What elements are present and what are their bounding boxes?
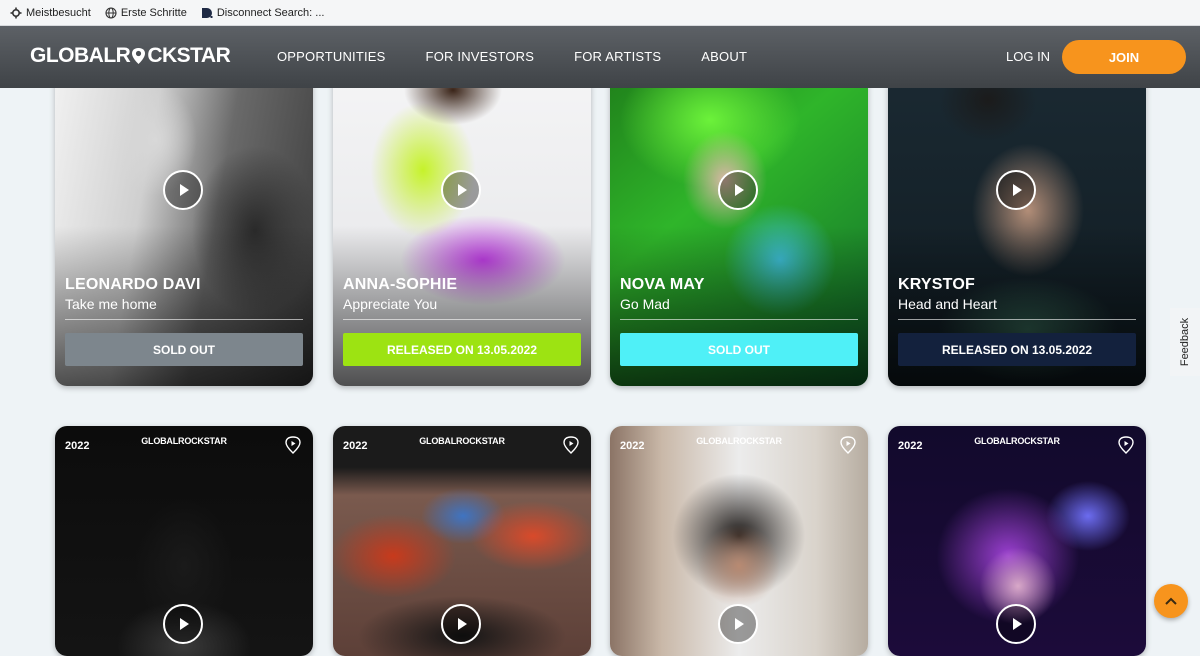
- guitar-pick-icon: [840, 436, 856, 454]
- artist-name: NOVA MAY: [620, 276, 705, 293]
- play-button-icon[interactable]: [163, 170, 203, 210]
- artist-card[interactable]: ANNA-SOPHIE Appreciate You RELEASED ON 1…: [333, 60, 591, 386]
- site-header: GLOBALR CKSTAR OPPORTUNITIES FOR INVESTO…: [0, 26, 1200, 88]
- join-button[interactable]: JOIN: [1062, 40, 1186, 74]
- artist-card[interactable]: KRYSTOF Head and Heart RELEASED ON 13.05…: [888, 60, 1146, 386]
- release-date-button[interactable]: RELEASED ON 13.05.2022: [898, 333, 1136, 366]
- cover-logo: GLOBALROCKSTAR: [419, 436, 505, 446]
- feedback-label: Feedback: [1179, 317, 1191, 367]
- release-card[interactable]: 2022 GLOBALROCKSTAR: [610, 426, 868, 656]
- song-title: Go Mad: [620, 296, 670, 312]
- release-date-button[interactable]: RELEASED ON 13.05.2022: [343, 333, 581, 366]
- card-divider: [898, 319, 1136, 320]
- card-divider: [65, 319, 303, 320]
- nav-for-artists[interactable]: FOR ARTISTS: [574, 49, 661, 64]
- song-title: Appreciate You: [343, 296, 438, 312]
- nav-about[interactable]: ABOUT: [701, 49, 747, 64]
- bookmark-label: Erste Schritte: [120, 6, 187, 19]
- logo-text-left: GLOBALR: [30, 44, 131, 67]
- login-link[interactable]: LOG IN: [1006, 49, 1050, 64]
- release-card[interactable]: 2022 GLOBALROCKSTAR: [888, 426, 1146, 656]
- release-card[interactable]: 2022 GLOBALROCKSTAR: [55, 426, 313, 656]
- song-title: Take me home: [65, 296, 157, 312]
- guitar-pick-icon: [285, 436, 301, 454]
- guitar-pick-icon: [563, 436, 579, 454]
- sold-out-button[interactable]: SOLD OUT: [620, 333, 858, 366]
- guitar-pick-icon: [1118, 436, 1134, 454]
- bookmark-erste-schritte[interactable]: Erste Schritte: [105, 7, 187, 19]
- card-divider: [620, 319, 858, 320]
- cover-logo: GLOBALROCKSTAR: [696, 436, 782, 446]
- cover-logo: GLOBALROCKSTAR: [974, 436, 1060, 446]
- artist-card[interactable]: NOVA MAY Go Mad SOLD OUT: [610, 60, 868, 386]
- main-nav: OPPORTUNITIES FOR INVESTORS FOR ARTISTS …: [277, 49, 747, 64]
- site-logo[interactable]: GLOBALR CKSTAR: [30, 44, 231, 68]
- nav-for-investors[interactable]: FOR INVESTORS: [426, 49, 535, 64]
- logo-text-right: CKSTAR: [147, 44, 231, 67]
- bookmark-label: Meistbesucht: [26, 6, 91, 19]
- nav-opportunities[interactable]: OPPORTUNITIES: [277, 49, 386, 64]
- play-button-icon[interactable]: [163, 604, 203, 644]
- bookmark-disconnect-search[interactable]: Disconnect Search: ...: [201, 6, 325, 19]
- artist-name: KRYSTOF: [898, 276, 975, 293]
- release-card[interactable]: 2022 GLOBALROCKSTAR: [333, 426, 591, 656]
- sold-out-button[interactable]: SOLD OUT: [65, 333, 303, 366]
- disconnect-icon: [201, 7, 213, 18]
- artist-name: ANNA-SOPHIE: [343, 276, 458, 293]
- gear-icon: [10, 7, 22, 18]
- play-button-icon[interactable]: [718, 170, 758, 210]
- play-button-icon[interactable]: [718, 604, 758, 644]
- play-button-icon[interactable]: [441, 170, 481, 210]
- play-button-icon[interactable]: [441, 604, 481, 644]
- bookmarks-bar: Meistbesucht Erste Schritte Disconnect S…: [0, 0, 1200, 26]
- bookmark-meistbesucht[interactable]: Meistbesucht: [10, 7, 91, 19]
- play-button-icon[interactable]: [996, 604, 1036, 644]
- play-button-icon[interactable]: [996, 170, 1036, 210]
- artist-card[interactable]: LEONARDO DAVI Take me home SOLD OUT: [55, 60, 313, 386]
- feedback-tab[interactable]: Feedback: [1170, 308, 1200, 376]
- guitar-pick-logo-icon: [132, 48, 146, 64]
- card-divider: [343, 319, 581, 320]
- bookmark-label: Disconnect Search: ...: [216, 6, 325, 19]
- song-title: Head and Heart: [898, 296, 997, 312]
- globe-icon: [105, 6, 117, 19]
- scroll-to-top-button[interactable]: [1154, 584, 1188, 618]
- artist-name: LEONARDO DAVI: [65, 276, 201, 293]
- cover-logo: GLOBALROCKSTAR: [141, 436, 227, 446]
- chevron-up-icon: [1165, 597, 1177, 605]
